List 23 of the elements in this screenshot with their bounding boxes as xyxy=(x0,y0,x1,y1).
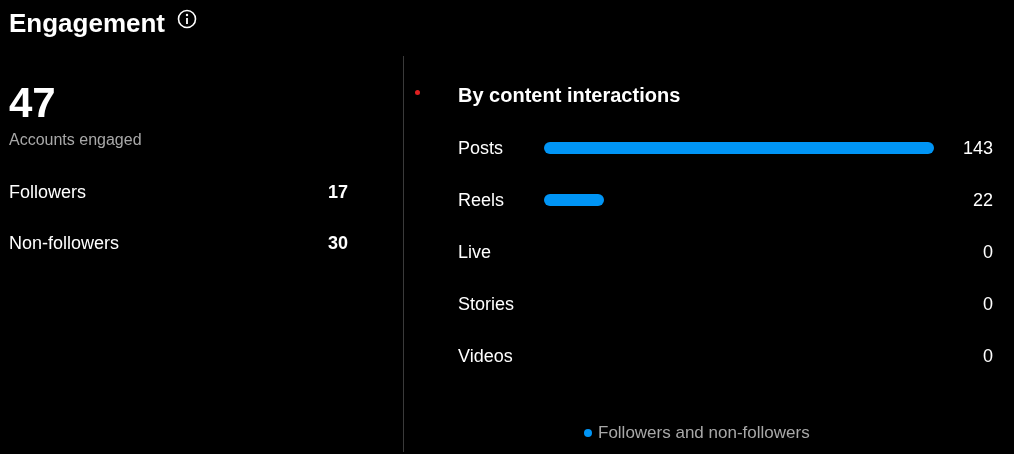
marker-dot-icon xyxy=(415,90,420,95)
breakdown-value: 30 xyxy=(327,232,348,255)
bar-value: 0 xyxy=(982,241,993,264)
category-label: Posts xyxy=(458,137,505,160)
breakdown-label: Non-followers xyxy=(9,232,120,255)
category-label: Reels xyxy=(458,189,506,212)
category-label: Stories xyxy=(458,293,516,316)
section-title: Engagement xyxy=(9,10,166,36)
breakdown-label: Followers xyxy=(9,181,87,204)
breakdown-value: 17 xyxy=(327,181,348,204)
info-icon[interactable] xyxy=(177,9,198,29)
bar-value: 22 xyxy=(971,189,993,212)
bar-value: 143 xyxy=(961,137,993,160)
category-label: Videos xyxy=(458,345,514,368)
bar-value: 0 xyxy=(982,345,993,368)
category-label: Live xyxy=(458,241,493,264)
metric-value: 47 xyxy=(9,82,57,124)
metric-label: Accounts engaged xyxy=(9,130,143,150)
bar xyxy=(544,194,604,206)
bar-value: 0 xyxy=(982,293,993,316)
legend-label: Followers and non-followers xyxy=(598,422,810,444)
legend-dot xyxy=(584,428,592,437)
chart-title: By content interactions xyxy=(458,83,682,108)
